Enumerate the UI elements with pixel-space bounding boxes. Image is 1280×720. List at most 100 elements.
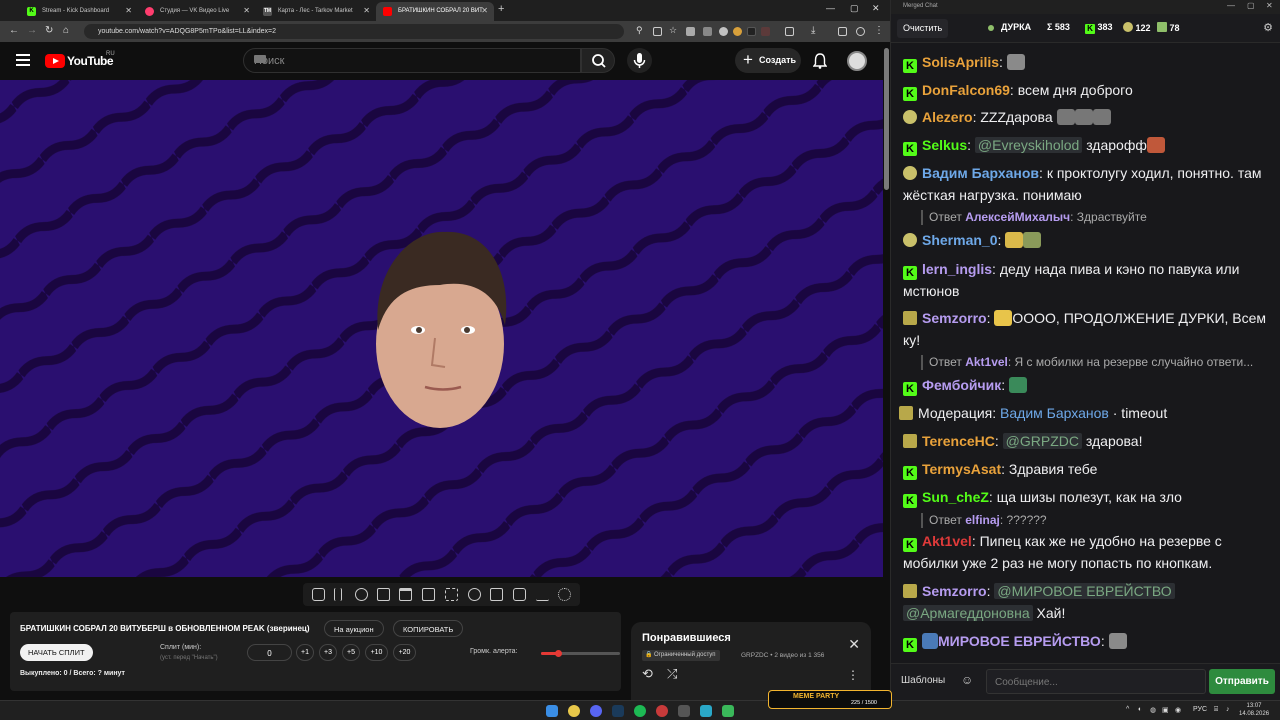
discord-icon[interactable]	[590, 705, 602, 717]
plus-10-button[interactable]: +10	[365, 644, 388, 661]
sort-icon[interactable]	[334, 588, 342, 601]
tray-icon[interactable]: ◉	[1175, 706, 1181, 714]
chat-username[interactable]: Вадим Барханов	[922, 165, 1039, 181]
emoji-icon[interactable]: ☺	[961, 673, 973, 687]
tab-youtube-video[interactable]: БРАТИШКИН СОБРАЛ 20 ВИТ ✕	[376, 2, 494, 21]
chat-username[interactable]: Semzorro	[922, 583, 987, 599]
chat-username[interactable]: TerenceHC	[922, 433, 995, 449]
settings-icon[interactable]	[558, 588, 571, 601]
chat-mention[interactable]: @GRPZDC	[1002, 433, 1082, 449]
alert-volume-slider[interactable]	[541, 650, 620, 657]
chat-username[interactable]: Фембойчик	[922, 377, 1001, 393]
maximize-icon[interactable]: ▢	[850, 3, 859, 14]
extension-icon[interactable]	[733, 27, 742, 36]
chat-username[interactable]: Semzorro	[922, 310, 987, 326]
playlist-title[interactable]: Понравившиеся	[642, 632, 731, 644]
more-options-icon[interactable]: ⋮	[847, 668, 859, 682]
puzzle-icon[interactable]	[785, 27, 794, 36]
start-split-button[interactable]: НАЧАТЬ СПЛИТ	[20, 644, 93, 661]
shuffle-icon[interactable]: ⤮	[667, 666, 677, 682]
avatar[interactable]	[847, 51, 867, 71]
chat-username[interactable]: Sherman_0	[922, 232, 997, 248]
back-icon[interactable]: ←	[9, 25, 19, 36]
close-tab-icon[interactable]: ✕	[125, 6, 132, 15]
create-button[interactable]: Создать	[735, 48, 801, 73]
screenshot-icon[interactable]	[377, 588, 390, 601]
slider-knob[interactable]	[555, 650, 563, 657]
chat-message-list[interactable]: K SolisAprilis: K DonFalcon69: всем дня до…	[891, 43, 1280, 663]
chat-mention[interactable]: @Армагеддоновна	[903, 605, 1033, 621]
cast-icon[interactable]	[355, 588, 368, 601]
maximize-icon[interactable]: ▢	[1247, 1, 1255, 10]
minimize-icon[interactable]: —	[826, 3, 835, 13]
tray-icon[interactable]: ▣	[1162, 706, 1169, 714]
pip-icon[interactable]	[422, 588, 435, 601]
search-button[interactable]	[581, 48, 615, 73]
volume-icon[interactable]: ♪	[1226, 706, 1230, 713]
notifications-icon[interactable]	[813, 53, 827, 69]
reply-user[interactable]: АлексейМихалыч	[965, 210, 1070, 224]
gear-icon[interactable]: ⚙	[1263, 21, 1273, 34]
tray-chevron-icon[interactable]: ^	[1126, 706, 1129, 713]
close-icon[interactable]: ✕	[848, 636, 860, 653]
tray-icon[interactable]: ◍	[1150, 706, 1156, 714]
chat-username[interactable]: DonFalcon69	[922, 82, 1010, 98]
send-button[interactable]: Отправить	[1209, 669, 1275, 694]
camera-icon[interactable]	[513, 588, 526, 601]
reload-icon[interactable]: ↻	[45, 25, 53, 36]
menu-icon[interactable]	[16, 54, 30, 66]
plus-3-button[interactable]: +3	[319, 644, 337, 661]
browser-menu-icon[interactable]: ⋮	[874, 25, 884, 36]
aspect-icon[interactable]	[490, 588, 503, 601]
language-indicator[interactable]: РУС	[1193, 706, 1207, 713]
close-tab-icon[interactable]: ✕	[243, 6, 250, 15]
home-icon[interactable]: ⌂	[63, 25, 69, 36]
forward-icon[interactable]: →	[27, 25, 37, 36]
extension-icon[interactable]	[686, 27, 695, 36]
new-tab-button[interactable]: +	[498, 3, 504, 15]
speed-icon[interactable]	[468, 588, 481, 601]
steam-icon[interactable]	[612, 705, 624, 717]
app-icon[interactable]	[678, 705, 690, 717]
star-icon[interactable]: ☆	[669, 25, 677, 36]
chat-username[interactable]: Selkus	[922, 137, 967, 153]
app-icon[interactable]	[722, 705, 734, 717]
chat-username[interactable]: Alezero	[922, 109, 973, 125]
spotify-icon[interactable]	[634, 705, 646, 717]
chat-username[interactable]: lern_inglis	[922, 261, 992, 277]
chat-username[interactable]: МИРОВОЕ ЕВРЕЙСТВО	[938, 633, 1101, 649]
obs-icon[interactable]	[656, 705, 668, 717]
search-input[interactable]: Поиск	[243, 48, 581, 73]
extension-icon[interactable]	[719, 27, 728, 36]
plus-20-button[interactable]: +20	[393, 644, 416, 661]
url-field[interactable]: youtube.com/watch?v=ADQG8P5mTPo&list=LL&…	[84, 24, 624, 39]
subtitles-icon[interactable]	[445, 588, 458, 601]
lab-icon[interactable]	[536, 588, 549, 601]
youtube-logo-icon[interactable]	[45, 54, 65, 68]
close-tab-icon[interactable]: ✕	[363, 6, 370, 15]
close-window-icon[interactable]: ✕	[872, 3, 880, 14]
download-icon[interactable]: ⤓	[811, 25, 815, 36]
copy-button[interactable]: КОПИРОВАТЬ	[393, 620, 464, 637]
install-icon[interactable]	[653, 27, 662, 36]
split-minutes-input[interactable]: 0	[247, 644, 292, 661]
voice-search-button[interactable]	[627, 48, 652, 73]
video-player[interactable]	[0, 80, 883, 577]
auction-button[interactable]: На аукцион	[324, 620, 384, 637]
extension-icon[interactable]	[761, 27, 770, 36]
loop-icon[interactable]	[312, 588, 325, 601]
clear-button[interactable]: Очистить	[897, 19, 949, 38]
extension-icon[interactable]	[703, 27, 712, 36]
chat-mention[interactable]: @Evreyskiholod	[974, 137, 1083, 153]
start-icon[interactable]	[546, 705, 558, 717]
profile-icon[interactable]	[856, 27, 865, 36]
keyboard-icon[interactable]	[254, 55, 266, 63]
network-icon[interactable]: ⌸	[1214, 706, 1218, 714]
moderated-user[interactable]: Вадим Барханов	[1000, 405, 1109, 421]
system-clock[interactable]: 13:07 14.08.2026	[1239, 702, 1269, 718]
tab-kick-dashboard[interactable]: K Stream - Kick Dashboard ✕	[20, 2, 138, 21]
tray-icon[interactable]: ◐	[1138, 706, 1142, 713]
chrome-icon[interactable]	[568, 705, 580, 717]
plus-1-button[interactable]: +1	[296, 644, 314, 661]
chat-username[interactable]: SolisAprilis	[922, 54, 999, 70]
